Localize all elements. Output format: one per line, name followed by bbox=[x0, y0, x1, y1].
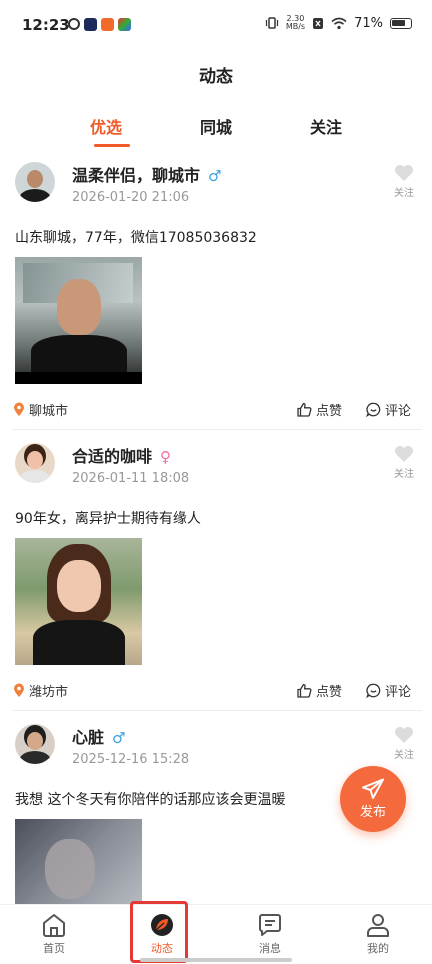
message-icon bbox=[259, 914, 281, 936]
app-notification-icon bbox=[101, 18, 114, 31]
post-text: 我想 这个冬天有你陪伴的话那应该会更温暖 bbox=[15, 792, 286, 808]
follow-button[interactable]: 关注 bbox=[390, 164, 418, 199]
nav-item-profile[interactable]: 我的 bbox=[324, 905, 432, 964]
location: 聊城市 bbox=[13, 400, 68, 419]
post-photo[interactable] bbox=[15, 538, 142, 665]
tab-following[interactable]: 关注 bbox=[310, 114, 342, 138]
thumbs-up-icon bbox=[297, 683, 312, 698]
heart-icon bbox=[395, 727, 413, 743]
profile-icon bbox=[367, 914, 389, 937]
post-time: 2025-12-16 15:28 bbox=[72, 752, 190, 767]
like-button[interactable]: 点赞 bbox=[297, 400, 342, 419]
comment-icon bbox=[366, 683, 381, 698]
location: 潍坊市 bbox=[13, 681, 68, 700]
post-time: 2026-01-20 21:06 bbox=[72, 190, 190, 205]
battery-icon bbox=[390, 17, 412, 29]
nav-item-messages[interactable]: 消息 bbox=[216, 905, 324, 964]
net-speed: 2.30 MB/s bbox=[285, 14, 306, 31]
post-text: 山东聊城，77年，微信17085036832 bbox=[15, 230, 257, 246]
avatar[interactable] bbox=[15, 724, 55, 764]
avatar[interactable] bbox=[15, 443, 55, 483]
post-footer: 潍坊市 点赞 评论 bbox=[0, 677, 432, 705]
feed-tabs: 优选 同城 关注 bbox=[0, 114, 432, 154]
follow-button[interactable]: 关注 bbox=[390, 445, 418, 480]
status-indicators: 2.30 MB/s 71% bbox=[265, 15, 412, 31]
post-photo[interactable] bbox=[15, 257, 142, 384]
avatar[interactable] bbox=[15, 162, 55, 202]
location-pin-icon bbox=[14, 683, 24, 697]
home-indicator bbox=[140, 958, 292, 962]
female-icon: ♀ bbox=[160, 448, 172, 466]
user-name[interactable]: 温柔伴侣，聊城市 ♂ bbox=[72, 162, 221, 186]
publish-button[interactable]: 发布 bbox=[340, 766, 406, 832]
location-pin-icon bbox=[14, 402, 24, 416]
comment-icon bbox=[366, 402, 381, 417]
male-icon: ♂ bbox=[112, 729, 126, 747]
status-bar: 12:23 2.30 MB/s 71% bbox=[0, 0, 432, 52]
divider bbox=[12, 710, 422, 711]
bottom-nav: 首页 动态 消息 我的 bbox=[0, 904, 432, 964]
nav-item-home[interactable]: 首页 bbox=[0, 905, 108, 964]
heart-icon bbox=[395, 446, 413, 462]
post-photo[interactable] bbox=[15, 819, 142, 904]
post-footer: 聊城市 点赞 评论 bbox=[0, 396, 432, 424]
app-notification-icon bbox=[68, 18, 80, 30]
status-app-icons bbox=[68, 18, 131, 31]
no-sim-icon bbox=[313, 17, 324, 29]
comment-button[interactable]: 评论 bbox=[366, 400, 411, 419]
app-notification-icon bbox=[118, 18, 131, 31]
battery-percent: 71% bbox=[354, 15, 383, 31]
divider bbox=[12, 429, 422, 430]
post-text: 90年女，离异护士期待有缘人 bbox=[15, 511, 201, 527]
thumbs-up-icon bbox=[297, 402, 312, 417]
paper-plane-icon bbox=[362, 778, 384, 799]
highlight-box bbox=[130, 901, 188, 963]
like-button[interactable]: 点赞 bbox=[297, 681, 342, 700]
wifi-icon bbox=[331, 17, 347, 29]
male-icon: ♂ bbox=[208, 167, 222, 185]
follow-button[interactable]: 关注 bbox=[390, 726, 418, 761]
user-name[interactable]: 合适的咖啡 ♀ bbox=[72, 443, 171, 467]
post-time: 2026-01-11 18:08 bbox=[72, 471, 190, 486]
app-notification-icon bbox=[84, 18, 97, 31]
home-icon bbox=[43, 914, 65, 937]
tab-same-city[interactable]: 同城 bbox=[200, 114, 232, 138]
comment-button[interactable]: 评论 bbox=[366, 681, 411, 700]
user-name[interactable]: 心脏 ♂ bbox=[72, 724, 125, 748]
page-title: 动态 bbox=[199, 67, 233, 87]
status-time: 12:23 bbox=[22, 16, 70, 34]
tab-active-indicator bbox=[94, 144, 130, 147]
vibrate-icon bbox=[265, 17, 278, 29]
tab-featured[interactable]: 优选 bbox=[90, 114, 122, 138]
heart-icon bbox=[395, 165, 413, 181]
